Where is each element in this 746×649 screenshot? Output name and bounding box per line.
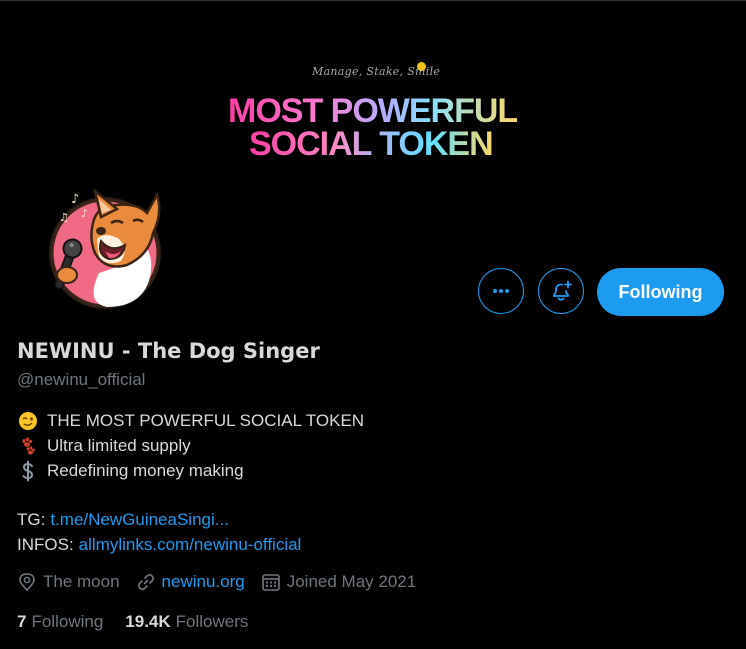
more-icon (493, 289, 509, 293)
notifications-button[interactable] (538, 268, 584, 314)
joined-text: Joined May 2021 (286, 572, 417, 591)
website-link[interactable]: newinu.org (162, 572, 245, 592)
avatar[interactable]: ♪ ♫ ♪ (45, 183, 163, 311)
dog-singer-avatar-icon: ♪ ♫ ♪ (49, 187, 161, 309)
profile-stats: 7 Following 19.4K Followers (17, 612, 270, 632)
followers-count: 19.4K (125, 612, 171, 631)
location: The moon (17, 572, 120, 592)
bio-link-label: INFOS: (17, 534, 74, 554)
bio-link-label: TG: (17, 509, 46, 529)
bio-line: Redefining money making (17, 458, 364, 483)
profile-banner[interactable]: Manage, Stake, Smile MOST POWERFUL SOCIA… (0, 1, 746, 190)
smile-emoji-icon (417, 62, 426, 71)
profile-meta: The moon newinu.org Joined May 2021 (17, 572, 432, 592)
paw-prints-icon (17, 435, 39, 457)
dollar-sign-icon (17, 460, 39, 482)
website[interactable]: newinu.org (136, 572, 245, 592)
joined-date: Joined May 2021 (261, 572, 416, 592)
banner-headline-line1: MOST POWERFUL (228, 92, 518, 130)
link-icon (137, 573, 154, 591)
bio-line: THE MOST POWERFUL SOCIAL TOKEN (17, 408, 364, 433)
profile-name: NEWINU - The Dog Singer (17, 339, 320, 363)
telegram-link[interactable]: t.me/NewGuineaSingi... (50, 510, 229, 530)
location-pin-icon (19, 573, 35, 592)
profile-handle: @newinu_official (17, 370, 146, 389)
following-count-link[interactable]: 7 Following (17, 612, 103, 632)
winking-face-icon (17, 410, 39, 432)
bio-link-line: INFOS: allmylinks.com/newinu-official (17, 532, 364, 557)
bell-plus-icon (553, 280, 572, 301)
bio-link-line: TG: t.me/NewGuineaSingi... (17, 507, 364, 532)
svg-text:♪: ♪ (81, 207, 88, 220)
location-text: The moon (43, 572, 120, 591)
banner-headline-line2: SOCIAL TOKEN (249, 125, 494, 163)
profile-bio: THE MOST POWERFUL SOCIAL TOKEN Ultra lim… (17, 408, 364, 557)
followers-label: Followers (175, 612, 249, 631)
bio-text: Ultra limited supply (47, 435, 191, 455)
bio-text: Redefining money making (47, 460, 244, 480)
following-count: 7 (17, 612, 27, 631)
followers-count-link[interactable]: 19.4K Followers (125, 612, 248, 632)
calendar-icon (261, 574, 280, 591)
more-options-button[interactable] (478, 268, 524, 314)
svg-text:♪: ♪ (71, 192, 79, 207)
following-button[interactable]: Following (597, 268, 724, 316)
svg-text:♫: ♫ (59, 211, 69, 224)
bio-line: Ultra limited supply (17, 433, 364, 458)
bio-text: THE MOST POWERFUL SOCIAL TOKEN (47, 410, 365, 430)
allmylinks-link[interactable]: allmylinks.com/newinu-official (79, 535, 302, 555)
following-label: Following (31, 612, 104, 631)
